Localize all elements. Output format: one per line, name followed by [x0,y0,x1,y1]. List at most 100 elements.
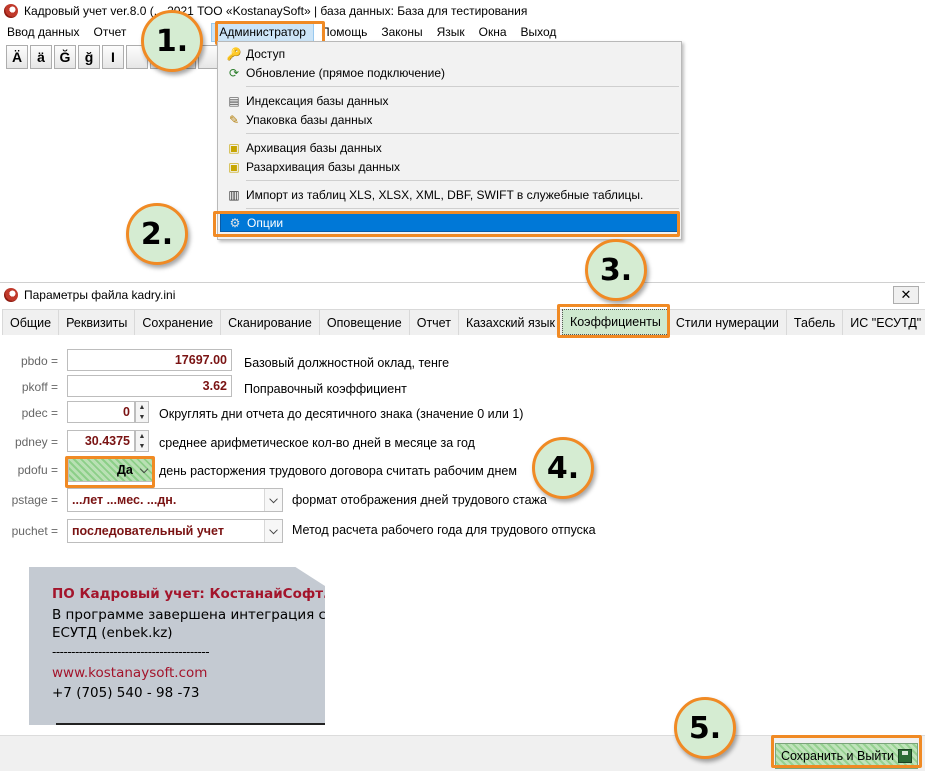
menu-item-label: Упаковка базы данных [246,112,373,127]
pbdo-description: Базовый должностной оклад, тенге [244,356,450,370]
menu-item-update[interactable]: ⟳ Обновление (прямое подключение) [220,63,679,82]
pack-icon: ✎ [228,112,240,127]
app-title: Кадровый учет ver.8.0 (... 2021 ТОО «Kos… [24,4,528,18]
chevron-up-icon[interactable]: ▲ [136,402,148,412]
tab-requisites[interactable]: Реквизиты [58,309,136,335]
pdec-input[interactable]: 0 [67,401,135,423]
tab-is-esutd[interactable]: ИС "ЕСУТД" [842,309,925,335]
tab-notification[interactable]: Оповещение [318,309,410,335]
save-button-label: Сохранить и Выйти [780,749,895,763]
pkoff-input[interactable]: 3.62 [67,375,232,397]
dialog-logo-icon [4,288,18,302]
pdec-stepper[interactable]: ▲ ▼ [135,401,149,423]
import-icon: ▥ [228,187,240,202]
menu-separator [220,204,679,213]
info-card: ПО Кадровый учет: КостанайСофт. В програ… [29,567,325,725]
tab-report[interactable]: Отчет [408,309,459,335]
unarchive-icon: ▣ [228,159,240,174]
menu-separator [220,82,679,91]
info-phone: +7 (705) 540 - 98 -73 [52,685,200,701]
archive-icon: ▣ [228,140,240,155]
pdney-stepper[interactable]: ▲ ▼ [135,430,149,452]
menu-exit[interactable]: Выход [514,23,564,42]
puchet-description: Метод расчета рабочего года для трудовог… [292,523,596,537]
tab-general[interactable]: Общие [2,309,60,335]
dialog-footer: Сохранить и Выйти [0,735,925,771]
step-5-marker: 5. [674,697,736,759]
pdofu-select[interactable]: Да ⌵ [68,458,154,482]
menu-item-archive[interactable]: ▣ Архивация базы данных [220,138,679,157]
menu-item-label: Разархивация базы данных [246,159,401,174]
char-button[interactable]: I [102,45,124,69]
menu-item-label: Импорт из таблиц XLS, XLSX, XML, DBF, SW… [246,187,644,202]
chevron-down-icon[interactable]: ▼ [136,441,148,451]
menu-language[interactable]: Язык [430,23,472,42]
menu-item-access[interactable]: 🔑 Доступ [220,44,679,63]
pdney-input[interactable]: 30.4375 [67,430,135,452]
tab-scanning[interactable]: Сканирование [220,309,320,335]
menu-item-label: Индексация базы данных [246,93,389,108]
close-icon[interactable]: ✕ [893,286,919,304]
menu-item-options[interactable]: ⚙ Опции [220,213,679,232]
menu-windows[interactable]: Окна [472,23,514,42]
app-titlebar: Кадровый учет ver.8.0 (... 2021 ТОО «Kos… [0,0,925,22]
dialog-titlebar: Параметры файла kadry.ini ✕ [0,283,925,307]
pstage-select[interactable]: ...лет ...мес. ...дн. ⌵ [67,488,283,512]
app-logo-icon [4,4,18,18]
menu-item-import[interactable]: ▥ Импорт из таблиц XLS, XLSX, XML, DBF, … [220,185,679,204]
chevron-down-icon[interactable]: ⌵ [135,459,153,481]
menu-help[interactable]: Помощь [314,23,374,42]
pbdo-label: pbdo = [20,354,58,368]
char-button[interactable]: Ğ [54,45,76,69]
chevron-down-icon[interactable]: ▼ [136,412,148,422]
info-text-line2: ЕСУТД (enbek.kz) [52,625,173,641]
tab-kazakh-language[interactable]: Казахский язык [457,309,563,335]
menu-item-label: Доступ [246,46,286,61]
info-website-link[interactable]: www.kostanaysoft.com [52,665,207,681]
menu-item-indexing[interactable]: ▤ Индексация базы данных [220,91,679,110]
pstage-description: формат отображения дней трудового стажа [292,493,547,507]
tab-numbering-styles[interactable]: Стили нумерации [667,309,787,335]
char-button[interactable]: ä [30,45,52,69]
pbdo-input[interactable]: 17697.00 [67,349,232,371]
char-button[interactable]: ğ [78,45,100,69]
pdec-description: Округлять дни отчета до десятичного знак… [159,407,524,421]
update-icon: ⟳ [228,65,240,80]
menu-item-label: Обновление (прямое подключение) [246,65,446,80]
info-divider: ----------------------------------------… [52,645,210,659]
chevron-up-icon[interactable]: ▲ [136,431,148,441]
menu-item-packing[interactable]: ✎ Упаковка базы данных [220,110,679,129]
pstage-value: ...лет ...мес. ...дн. [72,493,177,507]
char-button[interactable]: Ä [6,45,28,69]
menu-administrator[interactable]: Администратор [211,23,314,42]
tab-timesheet[interactable]: Табель [785,309,844,335]
info-underline [56,723,325,725]
menu-laws[interactable]: Законы [374,23,429,42]
pdofu-description: день расторжения трудового договора счит… [159,464,517,478]
step-2-marker: 2. [126,203,188,265]
menu-item-unarchive[interactable]: ▣ Разархивация базы данных [220,157,679,176]
chevron-down-icon[interactable]: ⌵ [264,520,282,542]
menu-item-label: Архивация базы данных [246,140,382,155]
index-icon: ▤ [228,93,240,108]
menu-report[interactable]: Отчет [87,23,134,42]
pdec-label: pdec = [21,406,58,420]
step-3-marker: 3. [585,239,647,301]
tab-coefficients[interactable]: Коэффициенты [561,309,669,335]
pdofu-label: pdofu = [17,463,58,477]
menu-separator [220,176,679,185]
info-text-line1: В программе завершена интеграция с [52,607,326,623]
menu-separator [220,129,679,138]
dialog-title: Параметры файла kadry.ini [24,288,176,302]
floppy-disk-icon [898,749,913,763]
menubar: Ввод данных Отчет ... Администратор Помо… [0,22,925,43]
puchet-select[interactable]: последовательный учет ⌵ [67,519,283,543]
pstage-label: pstage = [11,493,58,507]
gear-icon: ⚙ [229,215,241,230]
menu-data-entry[interactable]: Ввод данных [0,23,87,42]
tab-saving[interactable]: Сохранение [134,309,222,335]
info-brand: ПО Кадровый учет: КостанайСофт. [52,586,329,602]
save-and-exit-button[interactable]: Сохранить и Выйти [775,743,918,769]
pdofu-value: Да [117,463,133,477]
chevron-down-icon[interactable]: ⌵ [264,489,282,511]
